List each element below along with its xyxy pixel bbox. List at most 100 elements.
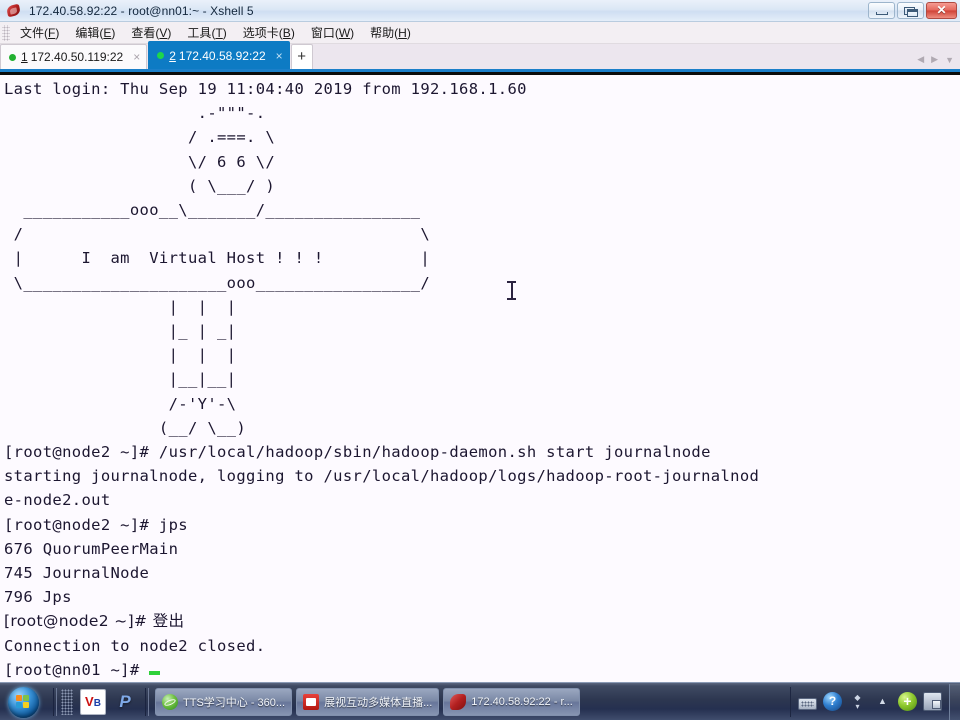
tab-1-close-icon[interactable]: × [131,50,142,64]
close-button[interactable]: ✕ [926,2,957,19]
terminal-line: e-node2.out [4,491,111,510]
terminal-line: / \ [4,225,430,244]
taskbar-separator [53,687,57,716]
window-title: 172.40.58.92:22 - root@nn01:~ - Xshell 5 [29,3,254,18]
terminal-screen[interactable]: Last login: Thu Sep 19 11:04:40 2019 fro… [0,75,960,682]
desktop-root: 172.40.58.92:22 - root@nn01:~ - Xshell 5… [0,0,960,720]
window-controls: ✕ [866,2,957,19]
terminal-line: |__|__| [4,370,237,389]
menu-item-window[interactable]: 窗口(W) [303,22,362,43]
360-safe-icon[interactable] [898,692,917,711]
menu-item-edit[interactable]: 编辑(E) [67,22,123,43]
terminal-line: starting journalnode, logging to /usr/lo… [4,467,760,486]
terminal-line: [root@node2 ~]# 登出 [4,612,185,631]
connection-status-icon [157,52,165,59]
menu-grip-handle[interactable] [2,24,10,41]
taskbar-button-label: 展视互动多媒体直播... [324,696,433,709]
tab-session-1[interactable]: 1 172.40.50.119:22 × [0,44,148,69]
terminal-line: Last login: Thu Sep 19 11:04:40 2019 fro… [4,80,527,98]
help-icon[interactable]: ? [823,692,842,711]
terminal-line: / .===. \ [4,128,276,147]
menu-label-file: 文件 [20,26,45,40]
menu-accel-view: V [159,26,168,40]
virtualbox-icon[interactable]: VB [80,688,106,715]
tab-nav-controls: ◀ ▶ ▼ [910,54,954,65]
xshell-icon [450,693,467,710]
menu-item-view[interactable]: 查看(V) [123,22,179,43]
terminal-prompt-line: [root@nn01 ~]# [4,660,150,679]
terminal-line: (__/ \__) [4,418,247,437]
terminal-line: |_ | _| [4,322,237,341]
menu-item-help[interactable]: 帮助(H) [362,22,419,43]
terminal-line: ( \___/ ) [4,176,276,195]
session-tab-bar: 1 172.40.50.119:22 × 2 172.40.58.92:22 ×… [0,41,960,72]
terminal-text: Last login: Thu Sep 19 11:04:40 2019 fro… [0,75,960,682]
system-tray: ? ◆ ▾ ▲ [790,686,949,717]
terminal-line: 796 Jps [4,588,72,607]
menu-bar: 文件(F) 编辑(E) 查看(V) 工具(T) 选项卡(B) 窗口(W) 帮助(… [0,22,960,44]
ie-icon [162,693,178,710]
new-tab-button[interactable]: + [290,44,313,69]
tab-2-close-icon[interactable]: × [274,49,285,63]
virtualbox-sub: B [93,697,101,709]
start-button[interactable] [1,685,49,719]
terminal-line: | I am Virtual Host ! ! ! | [4,249,430,268]
menu-accel-file: F [48,26,56,40]
terminal-line: ___________ooo__\_______/_______________… [4,201,421,220]
menu-label-tools: 工具 [187,26,212,40]
keyboard-ime-icon[interactable] [798,697,817,710]
terminal-line: 745 JournalNode [4,564,150,583]
windows-logo-icon [16,694,31,709]
terminal-line: Connection to node2 closed. [4,636,266,655]
tv-icon [303,693,320,710]
taskbar-button-tv[interactable]: 展视互动多媒体直播... [296,687,440,716]
close-icon: ✕ [936,3,947,17]
tab-2-number: 2 [169,48,176,63]
menu-label-tabs: 选项卡 [242,26,279,40]
quick-launch-grip[interactable] [61,688,73,715]
taskbar-button-xshell[interactable]: 172.40.58.92:22 - r... [443,687,580,716]
menu-label-window: 窗口 [310,26,335,40]
tab-1-label: 172.40.50.119:22 [30,50,124,64]
menu-item-tools[interactable]: 工具(T) [179,22,234,43]
terminal-line: | | | [4,297,237,316]
menu-accel-edit: E [103,26,112,40]
terminal-cursor [149,670,161,675]
menu-label-help: 帮助 [370,26,395,40]
menu-accel-window: W [338,26,351,40]
restore-button[interactable] [897,2,924,19]
show-desktop-button[interactable] [949,683,960,720]
taskbar-button-ie[interactable]: TTS学习中心 - 360... [155,687,293,716]
taskbar-separator [145,687,149,716]
tab-1-number: 1 [21,50,28,64]
terminal-line: | | | [4,346,237,365]
tray-overflow-icon[interactable]: ▲ [873,692,892,711]
minimize-button[interactable] [868,2,895,19]
windows-taskbar: VB P TTS学习中心 - 360... 展视互动多媒体直播... 172.4… [0,682,960,720]
connection-status-icon [9,53,16,61]
terminal-line: \_____________________ooo_______________… [4,273,430,292]
xshell-icon [5,3,23,19]
menu-item-tabs[interactable]: 选项卡(B) [235,22,303,43]
tray-scroll-icon[interactable]: ◆ ▾ [848,692,867,712]
taskbar-button-label: 172.40.58.92:22 - r... [471,695,573,708]
terminal-line: \/ 6 6 \/ [4,152,276,171]
tab-session-2[interactable]: 2 172.40.58.92:22 × [148,41,290,69]
menu-label-view: 查看 [131,26,156,40]
pplive-icon[interactable]: P [112,689,138,715]
network-icon[interactable] [923,692,942,711]
tab-2-label: 172.40.58.92:22 [178,48,266,63]
tab-menu-icon[interactable]: ▼ [945,55,954,65]
tab-prev-icon[interactable]: ◀ [917,54,924,65]
menu-item-file[interactable]: 文件(F) [12,22,67,43]
menu-accel-help: H [398,26,407,40]
virtualbox-letter: V [85,693,94,709]
menu-accel-tabs: B [282,26,291,40]
menu-label-edit: 编辑 [75,26,100,40]
terminal-line: [root@node2 ~]# /usr/local/hadoop/sbin/h… [4,443,711,462]
terminal-line: [root@node2 ~]# jps [4,515,188,534]
window-title-bar: 172.40.58.92:22 - root@nn01:~ - Xshell 5… [0,0,960,22]
terminal-line: .-"""-. [4,104,266,123]
menu-accel-tools: T [215,26,223,40]
tab-next-icon[interactable]: ▶ [931,54,938,65]
